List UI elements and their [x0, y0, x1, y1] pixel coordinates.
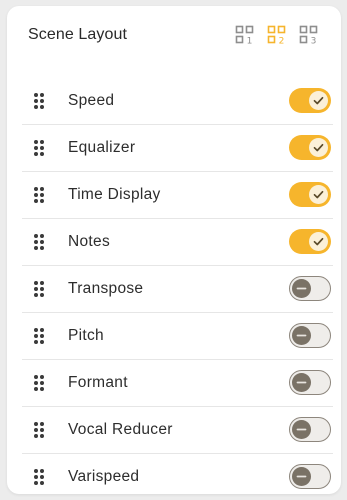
- layout-grid-1-button[interactable]: 1: [235, 25, 255, 45]
- toggle-switch[interactable]: [289, 135, 331, 160]
- list-item: Time Display: [22, 171, 333, 218]
- list-item: Varispeed: [22, 453, 333, 500]
- drag-handle-icon[interactable]: [33, 233, 45, 251]
- layout-grid-3-icon: 3: [299, 25, 318, 46]
- panel-header: Scene Layout 1 2 3: [7, 6, 341, 68]
- drag-handle-icon[interactable]: [33, 327, 45, 345]
- item-label: Vocal Reducer: [68, 421, 173, 438]
- toggle-switch[interactable]: [289, 323, 331, 348]
- minus-icon: [292, 325, 311, 345]
- drag-handle-icon[interactable]: [33, 186, 45, 204]
- list-item: Speed: [22, 78, 333, 124]
- toggle-switch[interactable]: [289, 88, 331, 113]
- svg-text:3: 3: [311, 37, 317, 46]
- check-icon: [309, 91, 328, 110]
- drag-handle-icon[interactable]: [33, 421, 45, 439]
- list-item: Equalizer: [22, 124, 333, 171]
- layout-grid-2-icon: 2: [267, 25, 286, 46]
- list-item: Transpose: [22, 265, 333, 312]
- minus-icon: [292, 466, 311, 486]
- toggle-switch[interactable]: [289, 370, 331, 395]
- scene-item-list: Speed Equalizer Time Display Notes Transpose…: [22, 78, 333, 500]
- toggle-switch[interactable]: [289, 229, 331, 254]
- svg-text:2: 2: [279, 37, 285, 46]
- check-icon: [309, 138, 328, 157]
- toggle-switch[interactable]: [289, 464, 331, 489]
- item-label: Notes: [68, 233, 110, 250]
- drag-handle-icon[interactable]: [33, 280, 45, 298]
- toggle-switch[interactable]: [289, 417, 331, 442]
- minus-icon: [292, 372, 311, 392]
- item-label: Pitch: [68, 327, 104, 344]
- toggle-switch[interactable]: [289, 276, 331, 301]
- check-icon: [309, 232, 328, 251]
- svg-text:1: 1: [247, 37, 253, 46]
- check-icon: [309, 185, 328, 204]
- toggle-switch[interactable]: [289, 182, 331, 207]
- list-item: Vocal Reducer: [22, 406, 333, 453]
- item-label: Transpose: [68, 280, 144, 297]
- layout-grid-3-button[interactable]: 3: [299, 25, 319, 45]
- item-label: Time Display: [68, 186, 161, 203]
- layout-grid-2-button[interactable]: 2: [267, 25, 287, 45]
- drag-handle-icon[interactable]: [33, 468, 45, 486]
- item-label: Varispeed: [68, 468, 140, 485]
- drag-handle-icon[interactable]: [33, 374, 45, 392]
- layout-grid-1-icon: 1: [235, 25, 254, 46]
- minus-icon: [292, 278, 311, 298]
- drag-handle-icon[interactable]: [33, 139, 45, 157]
- panel-title: Scene Layout: [28, 26, 128, 43]
- scene-layout-panel: Scene Layout 1 2 3 Speed Equalizer Time …: [7, 6, 341, 494]
- drag-handle-icon[interactable]: [33, 92, 45, 110]
- item-label: Formant: [68, 374, 128, 391]
- list-item: Notes: [22, 218, 333, 265]
- item-label: Speed: [68, 92, 115, 109]
- list-item: Formant: [22, 359, 333, 406]
- list-item: Pitch: [22, 312, 333, 359]
- minus-icon: [292, 419, 311, 439]
- item-label: Equalizer: [68, 139, 136, 156]
